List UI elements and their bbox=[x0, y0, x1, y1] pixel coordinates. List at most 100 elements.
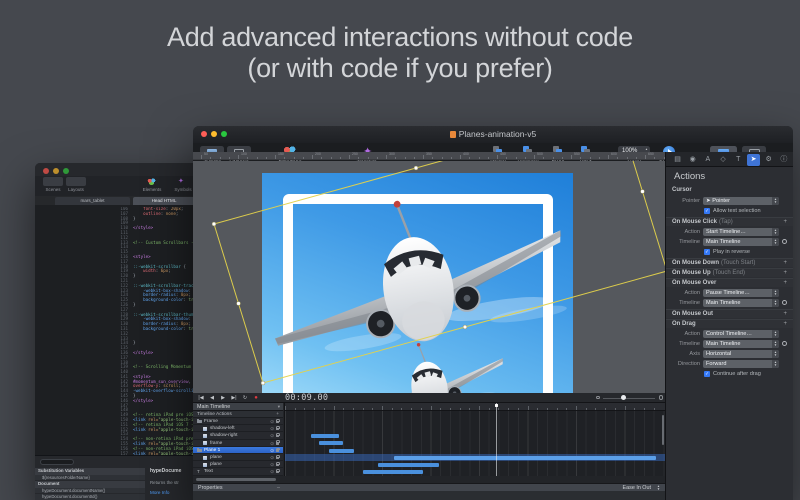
field-dropdown[interactable]: Horizontal▲▼ bbox=[703, 350, 779, 358]
field-dropdown[interactable]: ➤ Pointer▲▼ bbox=[703, 197, 779, 205]
timeline-selector[interactable]: Main Timeline▾ bbox=[193, 403, 283, 411]
zoom-button[interactable] bbox=[63, 168, 69, 174]
app-titlebar[interactable]: Planes-animation-v5 bbox=[193, 126, 793, 143]
animation-bar[interactable] bbox=[394, 456, 656, 460]
timeline-options-button[interactable] bbox=[782, 239, 787, 244]
timeline-options-button[interactable] bbox=[782, 300, 787, 305]
physics-inspector-icon[interactable]: ⚙ bbox=[762, 154, 775, 166]
field-dropdown[interactable]: Pause Timeline…▲▼ bbox=[703, 289, 779, 297]
layer-row[interactable]: shadow-left⊙ bbox=[193, 425, 283, 432]
layer-row[interactable]: shadow-right⊙ bbox=[193, 432, 283, 439]
field-dropdown[interactable]: Forward▲▼ bbox=[703, 360, 779, 368]
playhead-handle[interactable] bbox=[495, 404, 498, 407]
visibility-icon[interactable]: ⊙ bbox=[270, 447, 274, 454]
add-action-button[interactable]: + bbox=[783, 320, 787, 329]
field-dropdown[interactable]: Start Timeline…▲▼ bbox=[703, 228, 779, 236]
add-action-button[interactable]: + bbox=[783, 218, 787, 227]
add-action-button[interactable]: + bbox=[783, 259, 787, 268]
scenes-button[interactable] bbox=[43, 177, 63, 186]
vertical-scrollbar[interactable] bbox=[662, 415, 665, 445]
record-button[interactable]: ● bbox=[251, 393, 261, 403]
action-section-header[interactable]: On Mouse Click(Tap)+ bbox=[666, 217, 793, 226]
layer-row[interactable]: plane⊙ bbox=[193, 454, 283, 461]
properties-bar[interactable]: Properties – Ease In Out ▲▼ bbox=[193, 483, 665, 491]
step-back-button[interactable]: ◀ bbox=[207, 393, 217, 403]
stepper-icon[interactable]: ▲▼ bbox=[772, 299, 779, 307]
add-action-icon[interactable]: + bbox=[276, 411, 279, 418]
loop-button[interactable]: ↻ bbox=[240, 393, 250, 403]
actions-inspector-icon[interactable]: ➤ bbox=[747, 154, 760, 166]
stepper-icon[interactable]: ▲▼ bbox=[772, 197, 779, 205]
close-button[interactable] bbox=[43, 168, 49, 174]
field-dropdown[interactable]: Main Timeline▲▼ bbox=[703, 299, 779, 307]
checkbox[interactable]: ✓ bbox=[704, 249, 710, 255]
animation-bar[interactable] bbox=[319, 441, 343, 445]
timeline-zoom-slider[interactable] bbox=[603, 398, 655, 399]
zoom-in-icon[interactable] bbox=[659, 395, 664, 400]
lock-icon[interactable] bbox=[276, 449, 279, 451]
action-section-header[interactable]: On Mouse Over+ bbox=[666, 278, 793, 287]
visibility-icon[interactable]: ⊙ bbox=[270, 454, 274, 461]
animation-bar[interactable] bbox=[329, 449, 354, 453]
lock-icon[interactable] bbox=[276, 435, 279, 437]
selection-outline[interactable] bbox=[193, 161, 665, 393]
animation-bar[interactable] bbox=[378, 463, 439, 467]
field-dropdown[interactable]: Control Timeline…▲▼ bbox=[703, 330, 779, 338]
elements-icon[interactable] bbox=[147, 178, 156, 185]
stepper-icon[interactable]: ▲▼ bbox=[772, 330, 779, 338]
checkbox[interactable]: ✓ bbox=[704, 208, 710, 214]
timeline-options-button[interactable] bbox=[782, 341, 787, 346]
typography-inspector-icon[interactable]: T bbox=[732, 154, 745, 166]
stepper-icon[interactable]: ▲▼ bbox=[772, 228, 779, 236]
layer-row[interactable]: Frame⊙ bbox=[193, 418, 283, 425]
visibility-icon[interactable]: ⊙ bbox=[270, 432, 274, 439]
identity-inspector-icon[interactable]: ⓘ bbox=[777, 154, 790, 166]
add-action-button[interactable]: + bbox=[783, 310, 787, 319]
skip-to-start-button[interactable]: |◀ bbox=[196, 393, 206, 403]
document-inspector-icon[interactable]: ▤ bbox=[671, 154, 684, 166]
layer-row[interactable]: TText⊙ bbox=[193, 468, 283, 475]
zoom-slider-knob[interactable] bbox=[621, 395, 626, 400]
more-info-link[interactable]: More Info bbox=[150, 490, 169, 495]
checkbox[interactable]: ✓ bbox=[704, 371, 710, 377]
minimize-button[interactable] bbox=[53, 168, 59, 174]
action-section-header[interactable]: On Drag+ bbox=[666, 319, 793, 328]
tab-head-html[interactable]: Head HTML bbox=[133, 197, 195, 205]
field-dropdown[interactable]: Main Timeline▲▼ bbox=[703, 238, 779, 246]
timeline-grid[interactable] bbox=[284, 403, 665, 476]
element-inspector-icon[interactable]: ◇ bbox=[717, 154, 730, 166]
action-section-header[interactable]: On Mouse Down(Touch Start)+ bbox=[666, 258, 793, 267]
layer-row[interactable]: Plane 1⊙ bbox=[193, 447, 283, 454]
snippet-search-input[interactable] bbox=[40, 459, 74, 465]
lock-icon[interactable] bbox=[276, 442, 279, 444]
stepper-icon[interactable]: ▲▼ bbox=[772, 289, 779, 297]
field-dropdown[interactable]: Main Timeline▲▼ bbox=[703, 340, 779, 348]
scene-inspector-icon[interactable]: ◉ bbox=[686, 154, 699, 166]
visibility-icon[interactable]: ⊙ bbox=[270, 468, 274, 475]
lock-icon[interactable] bbox=[276, 457, 279, 459]
stepper-icon[interactable]: ▲▼ bbox=[772, 238, 779, 246]
stepper-icon[interactable]: ▲▼ bbox=[772, 350, 779, 358]
playhead[interactable] bbox=[496, 403, 497, 476]
action-section-header[interactable]: On Mouse Up(Touch End)+ bbox=[666, 268, 793, 277]
action-section-header[interactable]: On Mouse Out+ bbox=[666, 309, 793, 318]
layouts-button[interactable] bbox=[66, 177, 86, 186]
document-item[interactable]: hypeDocument.documentId() bbox=[35, 494, 145, 500]
lock-icon[interactable] bbox=[276, 428, 279, 430]
horizontal-scrollbar[interactable] bbox=[196, 478, 276, 481]
visibility-icon[interactable]: ⊙ bbox=[270, 440, 274, 447]
timeline-ruler[interactable] bbox=[285, 403, 665, 411]
play-button[interactable]: ▶ bbox=[218, 393, 228, 403]
step-forward-button[interactable]: ▶| bbox=[229, 393, 239, 403]
animation-bar[interactable] bbox=[311, 434, 339, 438]
visibility-icon[interactable]: ⊙ bbox=[270, 461, 274, 468]
lock-icon[interactable] bbox=[276, 421, 279, 423]
stepper-icon[interactable]: ▲▼ bbox=[772, 340, 779, 348]
timeline-actions-row[interactable]: Timeline Actions+ bbox=[193, 411, 283, 418]
scene-canvas[interactable] bbox=[193, 161, 665, 393]
visibility-icon[interactable]: ⊙ bbox=[270, 418, 274, 425]
metrics-inspector-icon[interactable]: A bbox=[701, 154, 714, 166]
tab-mars-tablet[interactable]: mars_tablet bbox=[55, 197, 130, 205]
action-section-header[interactable]: Cursor bbox=[666, 186, 793, 195]
layer-row[interactable]: frame⊙ bbox=[193, 440, 283, 447]
